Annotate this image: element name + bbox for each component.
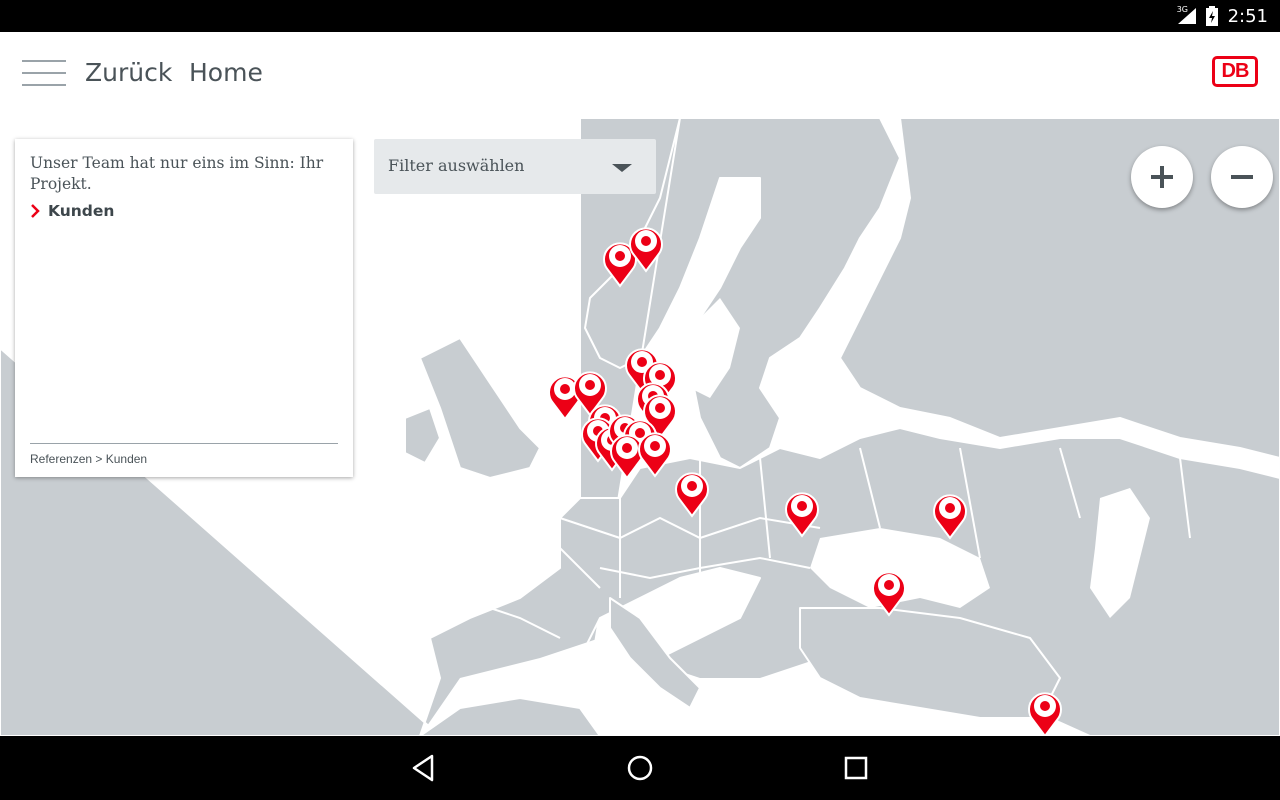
zoom-in-icon-vertical: [1160, 166, 1164, 188]
db-logo[interactable]: DB: [1212, 56, 1258, 87]
back-link[interactable]: Zurück: [85, 58, 172, 87]
zoom-in-button[interactable]: [1131, 146, 1193, 208]
zoom-out-button[interactable]: [1211, 146, 1273, 208]
customers-link[interactable]: Kunden: [30, 202, 114, 220]
panel-description: Unser Team hat nur eins im Sinn: Ihr Pro…: [30, 154, 324, 193]
divider: [30, 443, 338, 444]
menu-icon[interactable]: [22, 60, 66, 88]
filter-label: Filter auswählen: [388, 156, 525, 175]
map-pin-icon[interactable]: [1028, 692, 1062, 736]
dropdown-arrow-icon: [612, 164, 632, 172]
home-icon[interactable]: [624, 752, 656, 784]
back-icon[interactable]: [408, 752, 440, 784]
chevron-right-icon: [31, 204, 40, 218]
battery-icon: [1205, 6, 1218, 26]
signal-icon: [1177, 8, 1196, 24]
home-link[interactable]: Home: [189, 58, 263, 87]
app-header: Zurück Home DB: [0, 32, 1280, 118]
zoom-out-icon: [1231, 175, 1253, 179]
clock: 2:51: [1227, 5, 1268, 27]
info-panel: Unser Team hat nur eins im Sinn: Ihr Pro…: [15, 139, 353, 477]
recents-icon[interactable]: [840, 752, 872, 784]
breadcrumb[interactable]: Referenzen > Kunden: [30, 452, 147, 466]
status-bar: 3G 2:51: [0, 0, 1280, 32]
filter-dropdown[interactable]: Filter auswählen: [374, 139, 656, 194]
system-nav-bar: [0, 736, 1280, 800]
customers-link-label: Kunden: [48, 202, 115, 220]
